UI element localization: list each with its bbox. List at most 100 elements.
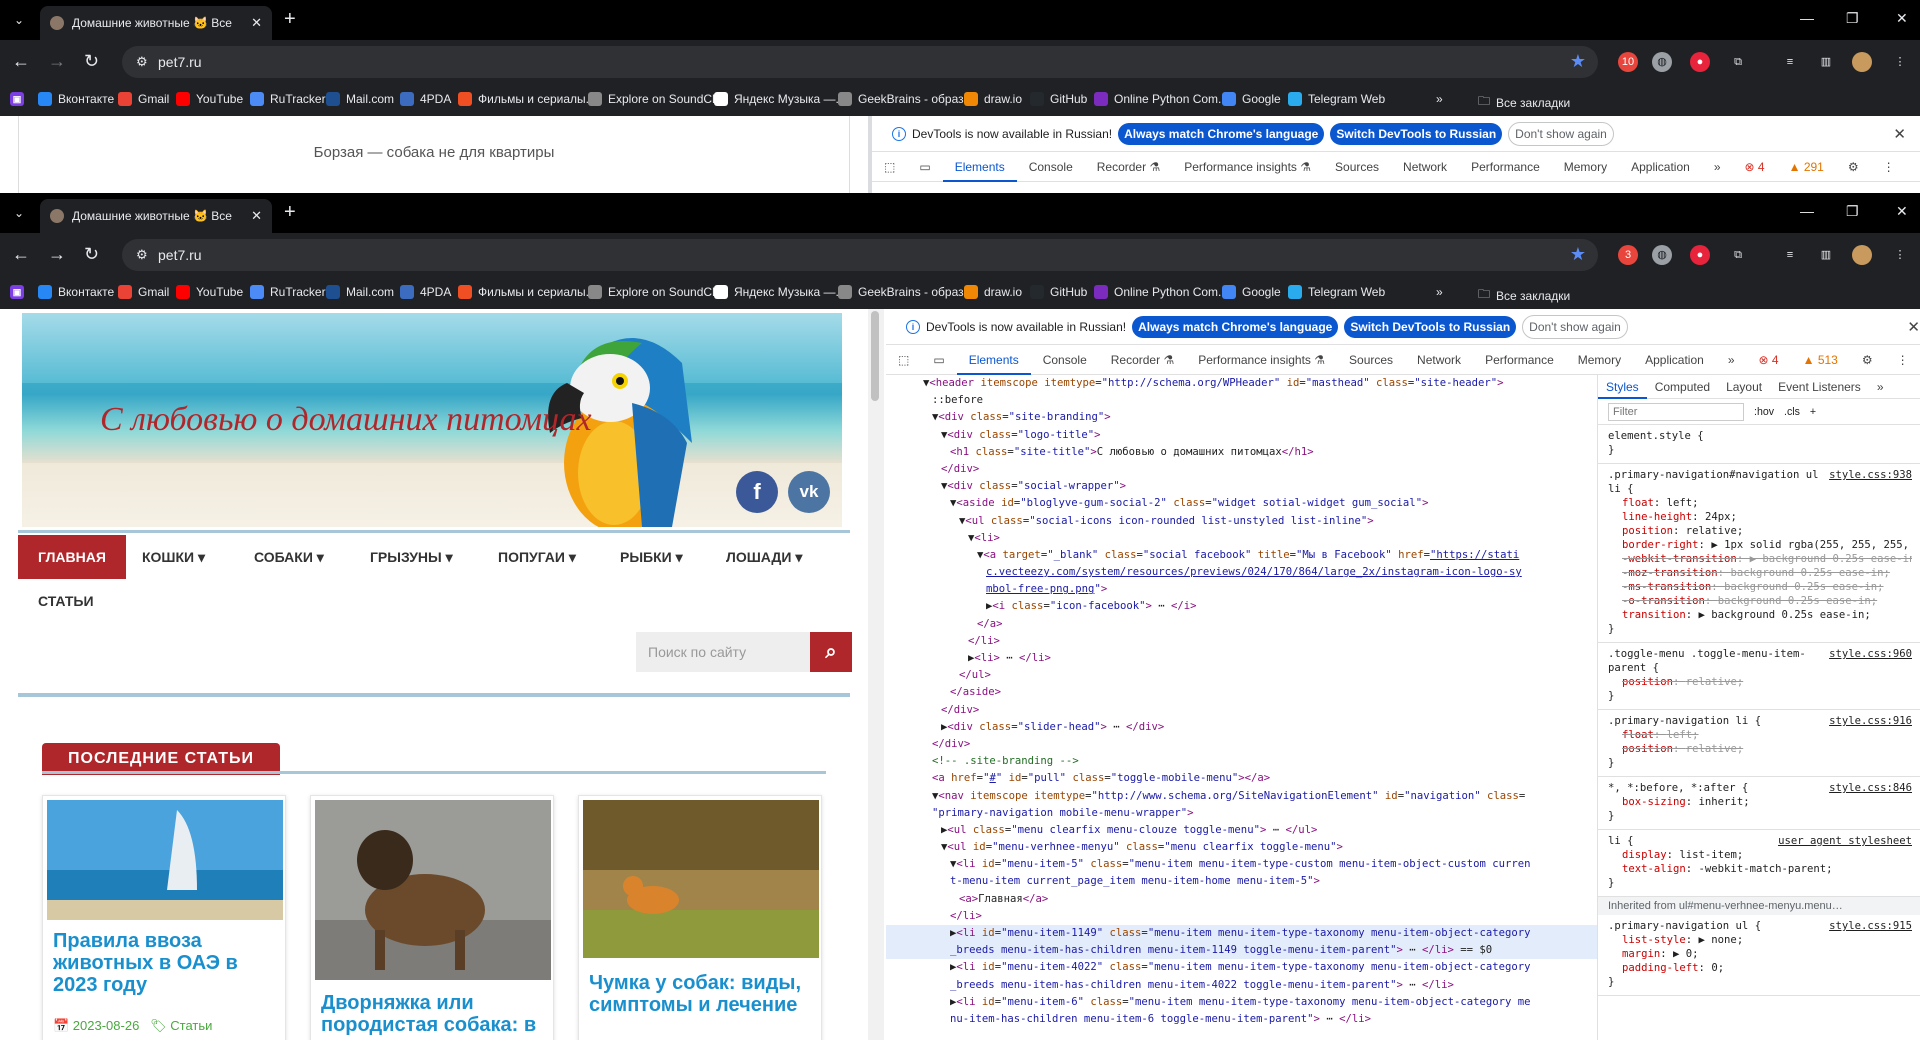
css-property[interactable]: border-right: ▶ 1px solid rgba(255, 255,… <box>1608 538 1912 552</box>
bookmark-item[interactable]: Вконтакте <box>38 285 114 299</box>
bookmark-item[interactable]: RuTracker <box>250 92 326 106</box>
switch-russian-button[interactable]: Switch DevTools to Russian <box>1330 122 1503 145</box>
dom-node-line[interactable]: </aside> <box>886 684 1597 701</box>
switch-russian-button[interactable]: Switch DevTools to Russian <box>1344 315 1517 338</box>
css-property[interactable]: position: relative; <box>1608 742 1912 756</box>
tab-search-icon[interactable]: ⌄ <box>8 202 30 224</box>
dom-node-line[interactable]: </li> <box>886 908 1597 925</box>
menu-item-rodents[interactable]: ГРЫЗУНЫ ▾ <box>370 535 453 579</box>
css-property[interactable]: position: relative; <box>1608 524 1912 538</box>
gear-icon[interactable]: ⚙ <box>1836 152 1871 182</box>
dom-node-line[interactable]: ▼<div class="logo-title"> <box>886 427 1597 444</box>
dom-node-line[interactable]: <a href="#" id="pull" class="toggle-mobi… <box>886 770 1597 787</box>
dom-node-line[interactable]: ▼<div class="social-wrapper"> <box>886 478 1597 495</box>
dom-node-line[interactable]: <h1 class="site-title">С любовью о домаш… <box>886 444 1597 461</box>
styles-subtab[interactable]: » <box>1869 375 1892 399</box>
dom-node-line[interactable]: ▶<li id="menu-item-4022" class="menu-ite… <box>886 959 1597 976</box>
error-count-badge[interactable]: ⊗ 4 <box>1747 345 1791 375</box>
apps-icon[interactable]: ▣ <box>10 285 24 299</box>
css-source-link[interactable]: style.css:938 <box>1829 468 1912 496</box>
devtools-tab[interactable]: Network <box>1391 152 1459 182</box>
css-rule[interactable]: element.style {} <box>1598 425 1920 464</box>
page-scroll-thumb[interactable] <box>871 311 879 401</box>
dom-node-line[interactable]: ▶<div class="slider-head"> ⋯ </div> <box>886 719 1597 736</box>
bookmark-item[interactable]: Вконтакте <box>38 92 114 106</box>
devtools-tab[interactable]: Performance <box>1473 345 1566 375</box>
css-property[interactable]: padding-left: 0; <box>1608 961 1912 975</box>
devtools-tab[interactable]: » <box>1716 345 1747 375</box>
bookmark-star-icon[interactable]: ★ <box>1570 244 1586 265</box>
bookmark-item[interactable]: Mail.com <box>326 285 394 299</box>
devtools-tab[interactable]: Memory <box>1552 152 1619 182</box>
dom-node-line[interactable]: ▼<ul id="menu-verhnee-menyu" class="menu… <box>886 839 1597 856</box>
css-rule[interactable]: .primary-navigation#navigation ul li {st… <box>1598 464 1920 643</box>
css-property[interactable]: -o-transition: background 0.25s ease-in; <box>1608 594 1912 608</box>
css-rule[interactable]: *, *:before, *:after {style.css:846 box-s… <box>1598 777 1920 830</box>
back-icon[interactable]: ← <box>12 51 30 71</box>
css-property[interactable]: float: left; <box>1608 496 1912 510</box>
bookmark-item[interactable]: Online Python Com... <box>1094 92 1228 106</box>
styles-filter-input[interactable] <box>1608 402 1744 421</box>
devtools-tab[interactable]: Recorder ⚗ <box>1099 345 1186 375</box>
extensions-puzzle-icon[interactable]: ⧉ <box>1728 52 1748 72</box>
bookmark-item[interactable]: GeekBrains - образ... <box>838 285 974 299</box>
styles-subtab[interactable]: Computed <box>1647 375 1718 399</box>
dom-node-line[interactable]: "primary-navigation mobile-menu-wrapper"… <box>886 805 1597 822</box>
address-bar[interactable]: ⚙ pet7.ru ★ <box>122 239 1598 271</box>
devtools-tab[interactable]: Elements <box>956 345 1031 375</box>
warning-count-badge[interactable]: ▲ 513 <box>1791 345 1850 375</box>
article-card[interactable]: Правила ввоза животных в ОАЭ в 2023 году… <box>42 795 286 1040</box>
dom-node-line[interactable]: ▼<div class="site-branding"> <box>886 409 1597 426</box>
css-property[interactable]: box-sizing: inherit; <box>1608 795 1912 809</box>
device-toolbar-icon[interactable]: ▭ <box>921 345 956 375</box>
hov-toggle[interactable]: :hov <box>1754 405 1774 419</box>
address-bar[interactable]: ⚙ pet7.ru ★ <box>122 46 1598 78</box>
inspect-element-icon[interactable]: ⬚ <box>886 345 921 375</box>
gear-icon[interactable]: ⚙ <box>1850 345 1885 375</box>
forward-icon[interactable]: → <box>48 51 66 71</box>
kebab-menu-icon[interactable]: ⋮ <box>1871 152 1907 182</box>
css-source-link[interactable]: style.css:846 <box>1829 781 1912 795</box>
forward-icon[interactable]: → <box>48 244 66 264</box>
css-property[interactable]: -webkit-transition: ▶ background 0.25s e… <box>1608 552 1912 566</box>
restore-icon[interactable]: ❐ <box>1846 203 1859 220</box>
css-source-link[interactable]: style.css:916 <box>1829 714 1912 728</box>
article-card[interactable]: Дворняжка или породистая собака: в <box>310 795 554 1040</box>
css-property[interactable]: text-align: -webkit-match-parent; <box>1608 862 1912 876</box>
bookmark-item[interactable]: Google <box>1222 92 1281 106</box>
all-bookmarks-button[interactable]: 🗀 Все закладки <box>1478 92 1570 113</box>
dom-node-line[interactable]: ▼<header itemscope itemtype="http://sche… <box>886 375 1597 392</box>
bookmark-item[interactable]: Online Python Com... <box>1094 285 1228 299</box>
devtools-tab[interactable]: Console <box>1017 152 1085 182</box>
devtools-tab[interactable]: Recorder ⚗ <box>1085 152 1172 182</box>
dom-node-line[interactable]: ▼<li id="menu-item-5" class="menu-item m… <box>886 856 1597 873</box>
bookmark-item[interactable]: draw.io <box>964 285 1022 299</box>
more-bookmarks-icon[interactable]: » <box>1436 285 1443 299</box>
dom-node-line[interactable]: t-menu-item current_page_item menu-item-… <box>886 873 1597 890</box>
extension-badge-icon[interactable]: 10 <box>1618 52 1638 72</box>
css-rule[interactable]: li {user agent stylesheet display: list-i… <box>1598 830 1920 897</box>
red-extension-icon[interactable]: ● <box>1690 245 1710 265</box>
dom-node-line[interactable]: ▶<i class="icon-facebook"> ⋯ </i> <box>886 598 1597 615</box>
css-property[interactable]: -moz-transition: background 0.25s ease-i… <box>1608 566 1912 580</box>
match-language-button[interactable]: Always match Chrome's language <box>1132 315 1339 338</box>
site-info-icon[interactable]: ⚙ <box>136 54 148 70</box>
minimize-icon[interactable]: — <box>1800 203 1814 219</box>
browser-tab[interactable]: Домашние животные 🐱 Все ✕ <box>40 6 272 40</box>
error-count-badge[interactable]: ⊗ 4 <box>1733 152 1777 182</box>
dom-node-line[interactable]: </div> <box>886 736 1597 753</box>
devtools-tab[interactable]: Memory <box>1566 345 1633 375</box>
bookmark-item[interactable]: YouTube <box>176 92 243 106</box>
dom-node-line[interactable]: ▼<aside id="bloglyve-gum-social-2" class… <box>886 495 1597 512</box>
bookmark-item[interactable]: Telegram Web <box>1288 285 1385 299</box>
globe-extension-icon[interactable]: ◍ <box>1652 52 1672 72</box>
dont-show-again-button[interactable]: Don't show again <box>1508 121 1614 146</box>
dom-node-line[interactable]: ▼<ul class="social-icons icon-rounded li… <box>886 513 1597 530</box>
extension-badge-icon[interactable]: 3 <box>1618 245 1638 265</box>
dom-node-line[interactable]: <!-- .site-branding --> <box>886 753 1597 770</box>
dom-node-line[interactable]: ▶<li> ⋯ </li> <box>886 650 1597 667</box>
dom-node-line[interactable]: nu-item-has-children menu-item-6 toggle-… <box>886 1011 1597 1028</box>
close-window-icon[interactable]: ✕ <box>1896 10 1908 27</box>
dom-node-line[interactable]: mbol-free-png.png"> <box>886 581 1597 598</box>
warning-count-badge[interactable]: ▲ 291 <box>1777 152 1836 182</box>
